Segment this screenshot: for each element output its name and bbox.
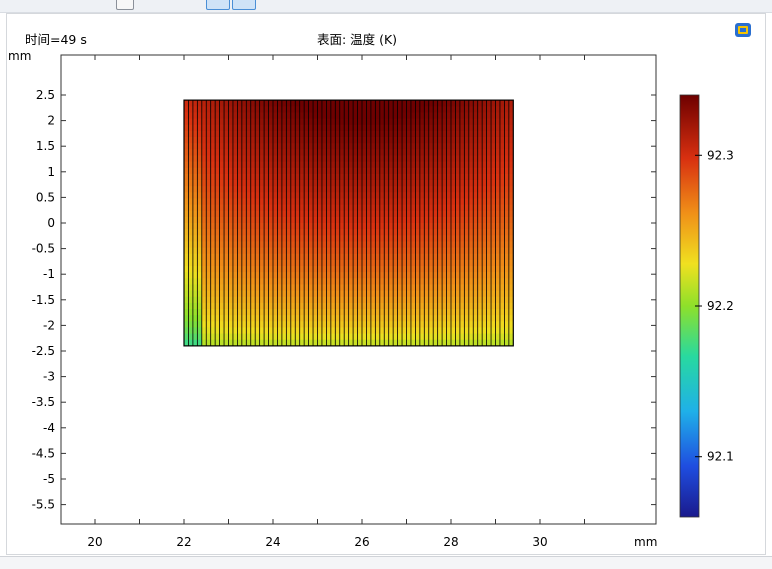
y-tick-label: 2 bbox=[47, 114, 55, 128]
y-tick-label: -5 bbox=[43, 472, 55, 486]
y-tick-label: -2 bbox=[43, 318, 55, 332]
y-tick-label: -4 bbox=[43, 421, 55, 435]
y-tick-label: 1.5 bbox=[36, 139, 55, 153]
x-tick-label: 22 bbox=[176, 535, 191, 549]
temperature-surface-plot[interactable]: 时间=49 s 表面: 温度 (K) mm mm 20 22 24 26 28 302.5… bbox=[0, 0, 772, 568]
y-tick-label: -3 bbox=[43, 370, 55, 384]
x-tick-label: 24 bbox=[265, 535, 280, 549]
plot-title: 表面: 温度 (K) bbox=[317, 32, 397, 47]
x-axis-unit: mm bbox=[634, 535, 657, 549]
y-tick-label: -0.5 bbox=[32, 242, 55, 256]
bottom-panel bbox=[0, 556, 772, 569]
time-label: 时间=49 s bbox=[25, 32, 87, 47]
y-tick-label: 2.5 bbox=[36, 88, 55, 102]
colorbar-tick-label: 92.3 bbox=[707, 148, 734, 162]
x-tick-label: 26 bbox=[354, 535, 369, 549]
y-tick-label: -2.5 bbox=[32, 344, 55, 358]
y-tick-label: -3.5 bbox=[32, 395, 55, 409]
comsol-graphics-icon[interactable] bbox=[734, 21, 752, 39]
colorbar-tick-label: 92.1 bbox=[707, 450, 734, 464]
x-tick-label: 30 bbox=[532, 535, 547, 549]
colorbar-tick-label: 92.2 bbox=[707, 299, 734, 313]
y-tick-label: 1 bbox=[47, 165, 55, 179]
colorbar-ticks: 92.3 92.2 92.1 bbox=[695, 148, 734, 464]
y-tick-label: -5.5 bbox=[32, 498, 55, 512]
y-tick-label: -1.5 bbox=[32, 293, 55, 307]
y-axis-unit: mm bbox=[8, 49, 31, 63]
x-tick-label: 20 bbox=[87, 535, 102, 549]
x-tick-label: 28 bbox=[443, 535, 458, 549]
y-tick-label: -4.5 bbox=[32, 446, 55, 460]
y-tick-label: -1 bbox=[43, 267, 55, 281]
y-tick-label: 0.5 bbox=[36, 190, 55, 204]
y-tick-label: 0 bbox=[47, 216, 55, 230]
